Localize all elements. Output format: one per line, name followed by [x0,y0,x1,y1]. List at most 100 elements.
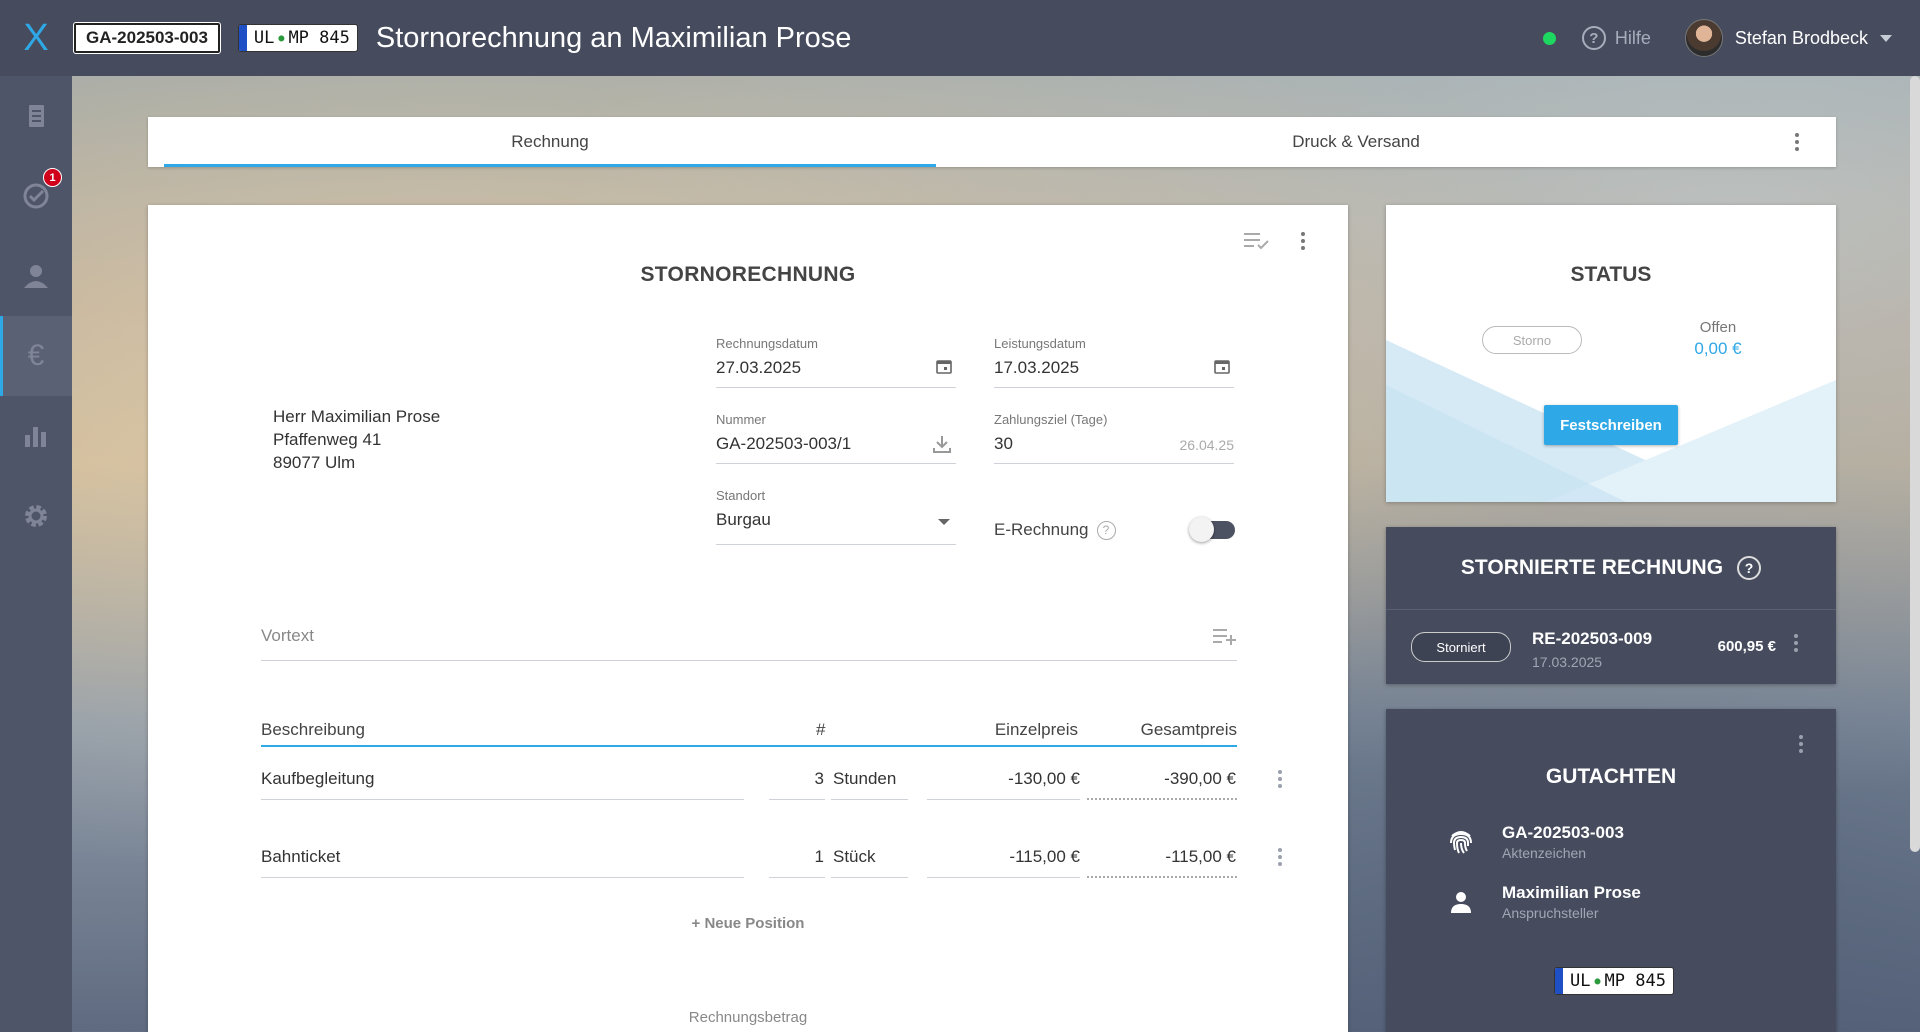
fingerprint-icon [1446,827,1476,857]
column-total: Gesamtpreis [1140,720,1237,739]
sidebar-item-tasks[interactable]: 1 [0,156,72,236]
position-more-icon[interactable] [1265,848,1295,866]
plate-seal: ● [1594,975,1601,987]
cancelled-invoice-more-icon[interactable] [1781,634,1811,652]
tabs-more-icon[interactable] [1782,117,1812,167]
user-name[interactable]: Stefan Brodbeck [1735,28,1868,49]
gutachten-file-id[interactable]: GA-202503-003 [1502,823,1624,843]
settings-icon [25,505,47,527]
table-row: Kaufbegleitung 3 Stunden -130,00 € -390,… [261,752,1291,802]
calendar-icon[interactable] [1214,358,1230,374]
plate-number: MP 845 [288,28,350,48]
standort-select[interactable]: Standort Burgau [716,488,956,545]
position-unit[interactable]: Stück [831,840,908,878]
festschreiben-button[interactable]: Festschreiben [1544,405,1678,445]
column-quantity: # [816,720,826,739]
documents-icon [29,105,44,127]
position-unit-price[interactable]: -130,00 € [927,762,1080,800]
list-item[interactable]: Storniert RE-202503-009 17.03.2025 600,9… [1386,611,1836,684]
positions-header: Beschreibung # Einzelpreis Gesamtpreis [261,715,1237,747]
file-id-badge[interactable]: GA-202503-003 [73,22,221,54]
position-description[interactable]: Kaufbegleitung [261,762,744,800]
rechnungsbetrag-label: Rechnungsbetrag [688,1009,808,1026]
rechnungsdatum-field[interactable]: Rechnungsdatum 27.03.2025 [716,336,956,388]
gutachten-title: GUTACHTEN [1545,765,1677,788]
plate-region: UL [253,28,275,48]
position-unit[interactable]: Stunden [831,762,908,800]
avatar[interactable] [1684,19,1723,57]
sidebar-item-documents[interactable] [0,76,72,156]
download-icon[interactable] [932,434,952,454]
gutachten-card: GUTACHTEN GA-202503-003 Aktenzeichen Max… [1386,709,1836,1032]
address-line: 89077 Ulm [273,453,356,472]
tab-rechnung[interactable]: Rechnung [164,117,936,167]
position-more-icon[interactable] [1265,770,1295,788]
help-icon[interactable]: ? [1096,520,1116,540]
address-line: Herr Maximilian Prose [273,407,441,426]
rechnungsdatum-label: Rechnungsdatum [716,336,818,351]
help-button[interactable]: ? Hilfe [1581,26,1651,50]
gutachten-claimant-row[interactable]: Maximilian Prose Anspruchsteller [1446,883,1641,921]
cancelled-invoice-number[interactable]: RE-202503-009 [1532,629,1652,649]
erechnung-label: E-Rechnung [994,520,1089,539]
position-quantity[interactable]: 1 [769,840,825,878]
sidebar-item-settings[interactable] [0,476,72,556]
position-description[interactable]: Bahnticket [261,840,744,878]
plate-seal: ● [278,32,285,44]
chevron-down-icon[interactable] [1880,34,1892,42]
invoice-more-icon[interactable] [1288,232,1318,250]
standort-value[interactable]: Burgau [716,510,771,530]
help-icon: ? [1581,26,1606,50]
invoice-title: STORNORECHNUNG [640,263,856,286]
recipient-address: Herr Maximilian Prose Pfaffenweg 41 8907… [273,405,440,474]
gutachten-file-label: Aktenzeichen [1502,845,1587,861]
sidebar-item-contacts[interactable] [0,236,72,316]
invoice-card: STORNORECHNUNG Herr Maximilian Prose Pfa… [148,205,1348,1032]
cancelled-invoice-card: STORNIERTE RECHNUNG ? Storniert RE-20250… [1386,527,1836,684]
position-unit-price[interactable]: -115,00 € [927,840,1080,878]
zahlungsziel-field[interactable]: Zahlungsziel (Tage) 30 26.04.25 [994,412,1234,464]
gutachten-claimant-label: Anspruchsteller [1502,905,1599,921]
erechnung-toggle[interactable] [1189,517,1235,542]
nummer-label: Nummer [716,412,766,427]
gutachten-claimant[interactable]: Maximilian Prose [1502,883,1641,903]
tab-druck-versand[interactable]: Druck & Versand [936,117,1776,167]
add-text-icon[interactable] [1213,627,1237,645]
new-position-button[interactable]: + Neue Position [148,915,1348,932]
position-quantity[interactable]: 3 [769,762,825,800]
open-value: 0,00 € [1694,339,1742,358]
status-title: STATUS [1570,263,1652,286]
gutachten-file-row[interactable]: GA-202503-003 Aktenzeichen [1446,823,1624,861]
scrollbar[interactable] [1910,76,1920,852]
zahlungsziel-value[interactable]: 30 [994,434,1013,454]
page-title: Stornorechnung an Maximilian Prose [375,21,852,54]
sidebar-item-statistics[interactable] [0,396,72,476]
top-bar: X GA-202503-003 UL ● MP 845 Stornorechnu… [0,0,1920,76]
help-icon[interactable]: ? [1737,556,1762,580]
due-date-hint: 26.04.25 [1179,437,1235,453]
column-description: Beschreibung [261,720,365,739]
chevron-down-icon[interactable] [938,519,950,525]
tab-bar: Rechnung Druck & Versand [148,117,1836,167]
leistungsdatum-field[interactable]: Leistungsdatum 17.03.2025 [994,336,1234,388]
euro-icon: € [27,339,45,372]
sidebar-item-invoices[interactable]: € [0,316,72,396]
position-total: -390,00 € [1087,762,1237,800]
person-icon [1446,887,1476,917]
column-unit-price: Einzelpreis [994,720,1078,739]
address-line: Pfaffenweg 41 [273,430,382,449]
checklist-icon[interactable] [1244,231,1270,251]
nummer-value[interactable]: GA-202503-003/1 [716,434,851,454]
nummer-field[interactable]: Nummer GA-202503-003/1 [716,412,956,464]
calendar-icon[interactable] [936,358,952,374]
rechnungsdatum-value[interactable]: 27.03.2025 [716,358,801,378]
eu-strip [1555,968,1563,994]
leistungsdatum-value[interactable]: 17.03.2025 [994,358,1079,378]
tasks-count-badge: 1 [43,168,62,187]
plate-region: UL [1570,971,1591,991]
help-label: Hilfe [1614,27,1651,48]
storniert-pill: Storniert [1411,632,1511,662]
vortext-input[interactable]: Vortext [261,615,1237,661]
gutachten-more-icon[interactable] [1786,735,1816,753]
app-logo[interactable]: X [0,0,72,76]
